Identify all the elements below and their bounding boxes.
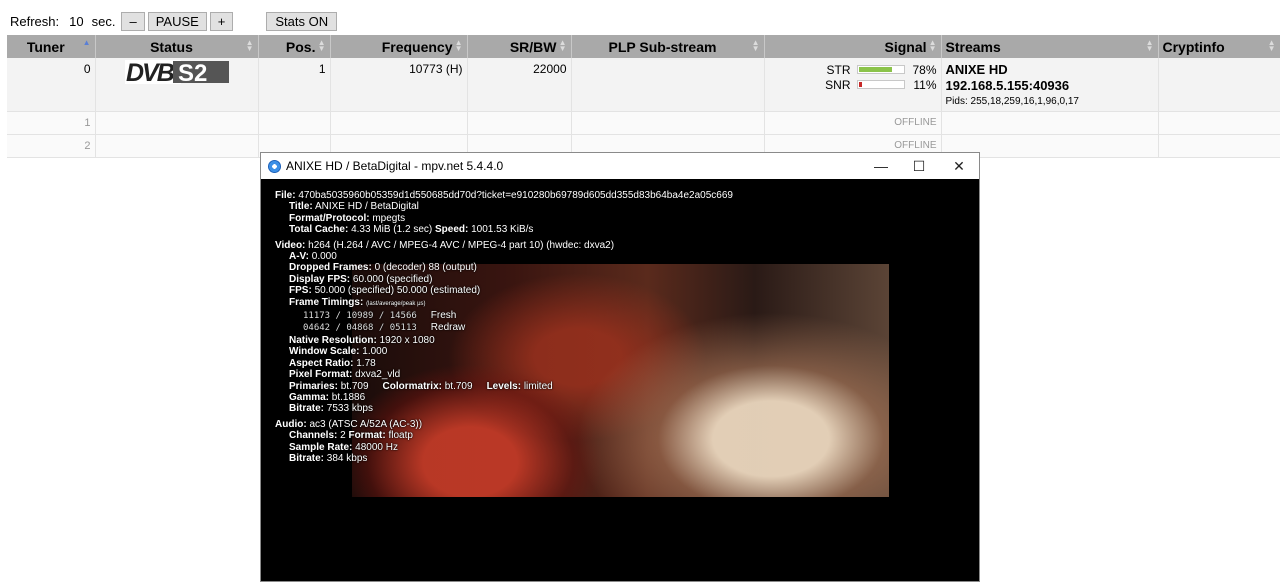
window-title: ANIXE HD / BetaDigital - mpv.net 5.4.4.0 (286, 159, 504, 173)
str-meter: STR 78% (825, 62, 937, 77)
sort-icon: ▲ ▼ (454, 38, 463, 53)
column-header-status[interactable]: Status ▲ ▼ (95, 35, 259, 58)
sort-icon: ▲ ▼ (1267, 38, 1276, 53)
refresh-decrease-button[interactable]: – (121, 11, 145, 31)
signal-meters: STR 78% SNR 11% (825, 62, 937, 92)
sort-icon: ▲ ▼ (558, 38, 567, 53)
srbw-cell: 22000 (467, 58, 572, 112)
cryptinfo-cell (1158, 134, 1280, 158)
plp-cell (571, 111, 765, 135)
mpv-player-window[interactable]: ANIXE HD / BetaDigital - mpv.net 5.4.4.0… (260, 152, 980, 582)
stream-pids: Pids: 255,18,259,16,1,96,0,17 (945, 96, 1079, 107)
sort-ascending-icon: ▲ (82, 38, 91, 47)
table-row: 1 OFFLINE (7, 111, 1280, 135)
video-area[interactable]: File: 470ba5035960b05359d1d550685dd70d?t… (261, 179, 979, 581)
sort-icon: ▲ ▼ (245, 38, 254, 53)
tuner-number: 1 (7, 111, 96, 135)
column-header-streams[interactable]: Streams ▲ ▼ (941, 35, 1159, 58)
signal-cell: STR 78% SNR 11% (764, 58, 942, 112)
sort-icon: ▲ ▼ (317, 38, 326, 53)
column-header-tuner[interactable]: Tuner ▲ (7, 35, 96, 58)
column-header-signal[interactable]: Signal ▲ ▼ (764, 35, 942, 58)
tuner-table: Tuner ▲ Status ▲ ▼ Pos. ▲ ▼ Frequency ▲ ▼ SR/BW… (7, 35, 1280, 158)
tuner-number: 2 (7, 134, 96, 158)
dvb-logo-text: DVB (126, 60, 175, 84)
dvb-s2-logo-icon: DVB S2 (124, 60, 229, 84)
str-bar-fill (858, 67, 893, 72)
cryptinfo-cell (1158, 58, 1280, 112)
snr-label: SNR (825, 77, 851, 92)
streams-cell (941, 111, 1159, 135)
refresh-increase-button[interactable]: + (209, 11, 234, 31)
stream-channel-name: ANIXE HD (945, 62, 1008, 77)
signal-offline: OFFLINE (764, 111, 942, 135)
position-cell (258, 111, 331, 135)
frequency-cell: 10773 (H) (330, 58, 468, 112)
mpv-app-icon (268, 159, 281, 173)
column-header-cryptinfo[interactable]: Cryptinfo ▲ ▼ (1158, 35, 1280, 58)
cryptinfo-cell (1158, 111, 1280, 135)
refresh-controls: Refresh: 10 sec. – PAUSE + Stats ON (10, 11, 340, 31)
minimize-icon[interactable]: — (861, 153, 901, 179)
str-percent: 78% (912, 62, 937, 77)
tuner-number: 0 (7, 58, 96, 112)
status-cell (95, 134, 259, 158)
refresh-value: 10 (69, 13, 84, 29)
snr-bar (856, 80, 905, 89)
pause-button[interactable]: PAUSE (147, 11, 207, 31)
str-label: STR (826, 62, 851, 77)
position-cell: 1 (258, 58, 331, 112)
s2-logo-text: S2 (178, 60, 207, 84)
sort-icon: ▲ ▼ (1145, 38, 1154, 53)
plp-cell (571, 58, 765, 112)
column-header-plp[interactable]: PLP Sub-stream ▲ ▼ (571, 35, 765, 58)
stream-client-address: 192.168.5.155:40936 (945, 78, 1070, 93)
srbw-cell (467, 111, 572, 135)
table-row: 0 DVB S2 1 10773 (H) 22000 STR 78% SNR 1… (7, 58, 1280, 112)
sort-icon: ▲ ▼ (928, 38, 937, 53)
snr-meter: SNR 11% (825, 77, 937, 92)
status-cell (95, 111, 259, 135)
column-header-frequency[interactable]: Frequency ▲ ▼ (330, 35, 468, 58)
stats-toggle-button[interactable]: Stats ON (266, 11, 338, 31)
sort-icon: ▲ ▼ (751, 38, 760, 53)
column-header-pos[interactable]: Pos. ▲ ▼ (258, 35, 331, 58)
frequency-cell (330, 111, 468, 135)
table-header-row: Tuner ▲ Status ▲ ▼ Pos. ▲ ▼ Frequency ▲ ▼ SR/BW… (7, 35, 1280, 58)
snr-percent: 11% (913, 77, 937, 92)
window-titlebar[interactable]: ANIXE HD / BetaDigital - mpv.net 5.4.4.0… (261, 153, 979, 179)
status-cell: DVB S2 (95, 58, 259, 112)
refresh-label: Refresh: (10, 13, 60, 29)
snr-bar-fill (858, 82, 862, 87)
maximize-icon[interactable]: ☐ (899, 153, 939, 179)
column-header-srbw[interactable]: SR/BW ▲ ▼ (467, 35, 572, 58)
streams-cell: ANIXE HD 192.168.5.155:40936 Pids: 255,1… (941, 58, 1159, 112)
str-bar (856, 65, 905, 74)
stats-overlay: File: 470ba5035960b05359d1d550685dd70d?t… (275, 190, 733, 464)
refresh-unit: sec. (91, 13, 116, 29)
close-icon[interactable]: ✕ (939, 153, 979, 179)
